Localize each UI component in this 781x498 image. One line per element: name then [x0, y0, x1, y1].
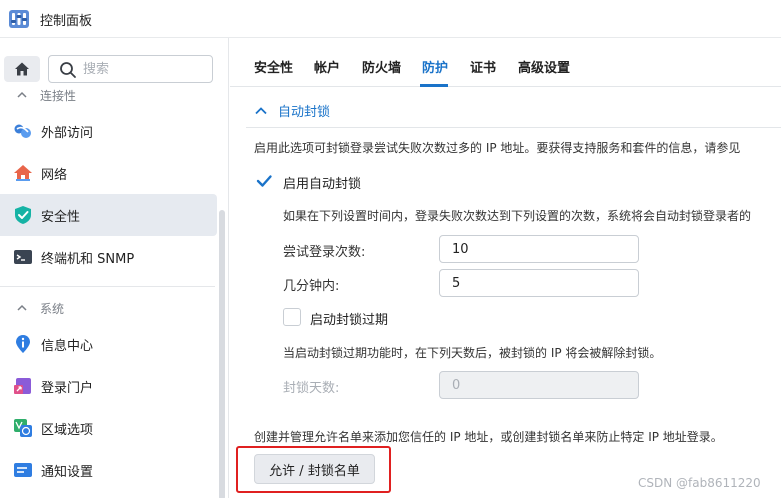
terminal-icon	[14, 250, 32, 264]
allowlist-description: 创建并管理允许名单来添加您信任的 IP 地址，或创建封锁名单来防止特定 IP 地…	[254, 430, 723, 444]
tab-advanced[interactable]: 高级设置	[518, 57, 570, 76]
tab-protection[interactable]: 防护	[422, 57, 448, 76]
chevron-up-icon	[17, 304, 27, 311]
chevron-up-icon	[255, 106, 267, 114]
network-house-icon	[14, 165, 32, 181]
sidebar-item-label: 登录门户	[41, 381, 94, 396]
section-divider	[246, 127, 781, 128]
enable-auto-block-checkbox[interactable]	[255, 172, 273, 190]
sidebar-item-network[interactable]: 网络	[0, 152, 217, 194]
sidebar-scrollbar[interactable]	[219, 210, 225, 498]
external-access-icon	[14, 124, 31, 138]
shield-check-icon	[15, 206, 31, 224]
sidebar-item-label: 通知设置	[41, 465, 94, 480]
sidebar-item-label: 信息中心	[41, 339, 94, 354]
sidebar-item-notification-settings[interactable]: 通知设置	[0, 449, 217, 491]
group-label: 连接性	[40, 88, 77, 103]
auto-block-sub-description: 如果在下列设置时间内，登录失败次数达到下列设置的次数，系统将会自动封锁登录者的	[283, 209, 752, 223]
tab-security[interactable]: 安全性	[254, 57, 293, 76]
window-title: 控制面板	[40, 14, 93, 29]
expiration-description: 当启动封锁过期功能时，在下列天数后，被封锁的 IP 将会被解除封锁。	[283, 346, 662, 360]
block-days-label: 封锁天数:	[283, 381, 340, 396]
sidebar-item-region-options[interactable]: 区域选项	[0, 407, 217, 449]
title-bar: 控制面板	[0, 0, 781, 38]
info-icon	[16, 335, 30, 353]
attempts-input[interactable]	[439, 235, 639, 263]
sidebar: 连接性 外部访问 网络 安全性 终端机和 SNMP	[0, 38, 229, 498]
tab-firewall[interactable]: 防火墙	[362, 57, 401, 76]
tab-certificate[interactable]: 证书	[470, 57, 496, 76]
search-icon	[60, 62, 76, 78]
block-days-input	[439, 371, 639, 399]
minutes-label: 几分钟内:	[283, 279, 340, 294]
home-button[interactable]	[4, 56, 40, 82]
sidebar-item-label: 网络	[41, 168, 68, 183]
group-header-connectivity[interactable]: 连接性	[16, 86, 76, 104]
search-input[interactable]	[83, 60, 203, 78]
sidebar-item-label: 区域选项	[41, 423, 94, 438]
minutes-input[interactable]	[439, 269, 639, 297]
control-panel-icon	[9, 10, 29, 28]
active-tab-indicator	[420, 84, 448, 87]
enable-auto-block-label[interactable]: 启用自动封锁	[283, 173, 361, 192]
attempts-label: 尝试登录次数:	[283, 245, 366, 260]
sidebar-item-info-center[interactable]: 信息中心	[0, 323, 217, 365]
notification-icon	[14, 463, 32, 477]
sidebar-item-label: 终端机和 SNMP	[41, 252, 135, 267]
auto-block-description: 启用此选项可封锁登录尝试失败次数过多的 IP 地址。要获得支持服务和套件的信息，…	[254, 141, 741, 155]
enable-block-expiration-label[interactable]: 启动封锁过期	[310, 309, 388, 328]
enable-block-expiration-checkbox[interactable]	[283, 308, 301, 326]
sidebar-item-login-portal[interactable]: 登录门户	[0, 365, 217, 407]
section-header-auto-block[interactable]: 自动封锁	[254, 101, 330, 120]
section-title: 自动封锁	[278, 105, 331, 120]
tab-account[interactable]: 帐户	[314, 57, 340, 76]
sidebar-item-label: 外部访问	[41, 126, 94, 141]
sidebar-item-security[interactable]: 安全性	[0, 194, 217, 236]
tab-bar: 安全性 帐户 防火墙 防护 证书 高级设置	[230, 38, 781, 87]
home-icon	[15, 62, 29, 76]
sidebar-item-label: 安全性	[41, 210, 81, 225]
main-panel: 安全性 帐户 防火墙 防护 证书 高级设置 自动封锁 启用此选项可封锁登录尝试失…	[230, 38, 781, 498]
chevron-up-icon	[17, 91, 27, 98]
sidebar-item-external-access[interactable]: 外部访问	[0, 110, 217, 152]
annotation-highlight-box	[236, 446, 391, 493]
sidebar-divider	[0, 286, 215, 287]
search-box[interactable]	[48, 55, 213, 83]
sidebar-item-terminal-snmp[interactable]: 终端机和 SNMP	[0, 236, 217, 278]
region-icon	[14, 419, 32, 437]
group-label: 系统	[40, 301, 65, 316]
login-portal-icon	[14, 378, 31, 394]
watermark: CSDN @fab8611220	[638, 476, 761, 490]
group-header-system[interactable]: 系统	[16, 299, 64, 317]
